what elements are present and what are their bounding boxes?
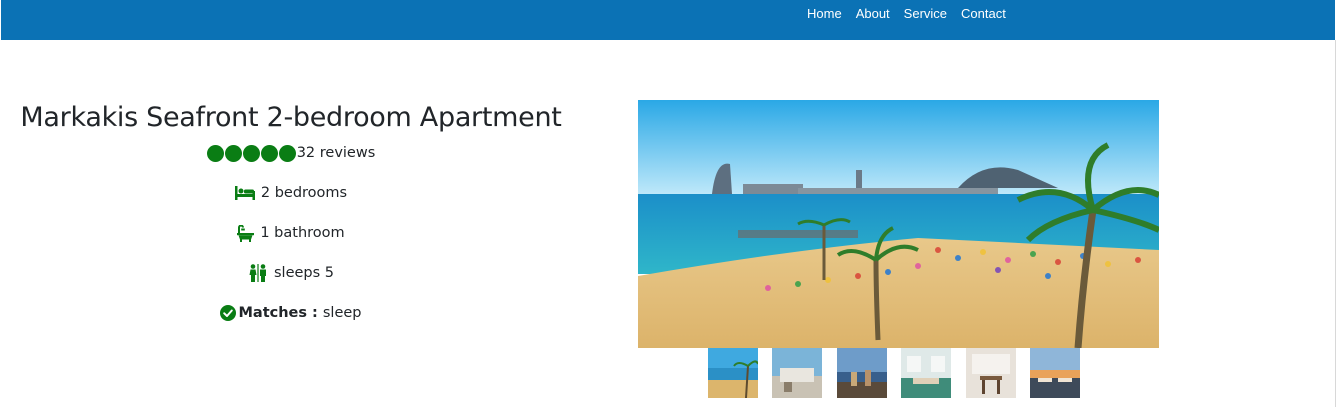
- listing-title: Markakis Seafront 2-bedroom Apartment: [20, 102, 562, 133]
- matches-value: sleep: [322, 305, 362, 321]
- thumbnail-4[interactable]: [901, 348, 952, 398]
- top-navbar: Home About Service Contact: [1, 0, 1335, 40]
- thumbnail-6[interactable]: [1029, 348, 1080, 398]
- bathrooms-row: 1 bathroom: [0, 224, 582, 242]
- bedrooms-text: 2 bedrooms: [260, 185, 348, 201]
- rating-dot: [278, 144, 296, 162]
- listing-info: Markakis Seafront 2-bedroom Apartment 32…: [0, 100, 582, 322]
- matches-row: Matches : sleep: [0, 304, 582, 322]
- sleeps-row: sleeps 5: [0, 264, 582, 282]
- nav-links: Home About Service Contact: [807, 6, 1020, 22]
- thumbnail-3[interactable]: [836, 348, 887, 398]
- bedrooms-row: 2 bedrooms: [0, 184, 582, 202]
- rating-dot: [260, 144, 278, 162]
- rating-dots: [206, 144, 297, 162]
- nav-home-link[interactable]: Home: [807, 6, 842, 22]
- nav-service-link[interactable]: Service: [904, 6, 947, 22]
- reviews-count[interactable]: 32 reviews: [297, 144, 376, 162]
- nav-contact-link[interactable]: Contact: [961, 6, 1006, 22]
- rating-dot: [224, 144, 242, 162]
- main-photo[interactable]: [638, 100, 1159, 348]
- sleeps-text: sleeps 5: [273, 265, 335, 281]
- people-icon: [249, 264, 266, 282]
- nav-about-link[interactable]: About: [856, 6, 890, 22]
- bath-icon: [237, 224, 255, 242]
- thumbnail-5[interactable]: [965, 348, 1016, 398]
- beach-photo-image: [638, 100, 1159, 348]
- matches-label: Matches :: [238, 305, 318, 321]
- rating-dot: [242, 144, 260, 162]
- thumbnail-2[interactable]: [772, 348, 823, 398]
- rating-dot: [206, 144, 224, 162]
- bed-icon: [234, 186, 255, 200]
- check-circle-icon: [220, 305, 237, 321]
- thumbnail-1[interactable]: [708, 348, 758, 398]
- thumbnail-strip: [708, 348, 1094, 398]
- bathrooms-text: 1 bathroom: [260, 225, 345, 241]
- rating-row: 32 reviews: [0, 144, 582, 162]
